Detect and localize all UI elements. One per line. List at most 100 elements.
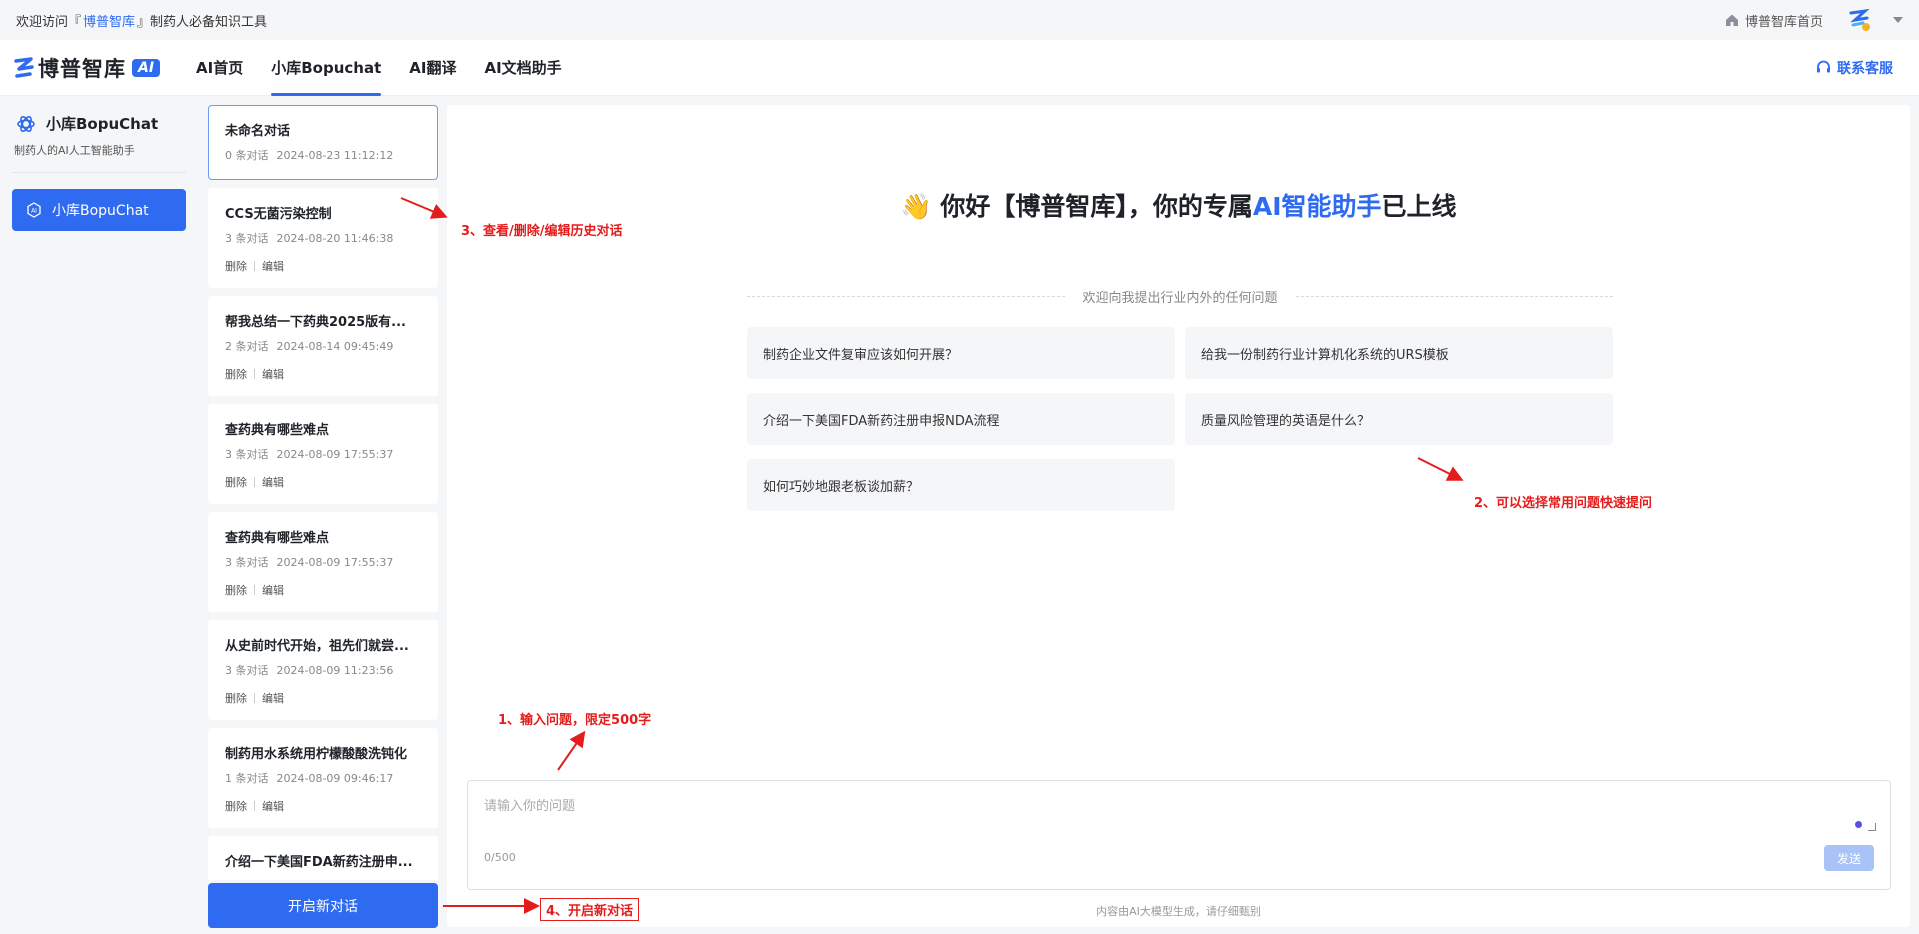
delete-button[interactable]: 删除 — [225, 798, 247, 814]
status-dot — [1855, 821, 1862, 828]
history-item-count: 3 条对话 — [225, 664, 269, 677]
history-item-title: 介绍一下美国FDA新药注册申... — [225, 855, 413, 870]
history-item-title: 查药典有哪些难点 — [225, 531, 330, 546]
delete-button[interactable]: 删除 — [225, 366, 247, 382]
welcome-suffix: 』制药人必备知识工具 — [137, 14, 268, 30]
history-item-meta: 3 条对话 2024-08-09 17:55:37 — [225, 554, 421, 570]
history-item-time: 2024-08-09 17:55:37 — [276, 556, 394, 569]
ai-disclaimer: 内容由AI大模型生成，请仔细甄别 — [1096, 905, 1261, 918]
contact-support-link[interactable]: 联系客服 — [1816, 58, 1893, 78]
chevron-down-icon[interactable] — [1893, 17, 1903, 23]
greeting-part1: 你好【博普智库】，你的专属 — [940, 192, 1253, 221]
sidebar-item-label: 小库BopuChat — [52, 203, 149, 219]
suggestion-chip[interactable]: 质量风险管理的英语是什么？ — [1185, 393, 1613, 445]
history-item-count: 3 条对话 — [225, 448, 269, 461]
ai-chip-icon: AI — [27, 202, 41, 218]
history-item-time: 2024-08-09 09:46:17 — [276, 772, 394, 785]
nav-bopuchat[interactable]: 小库Bopuchat — [271, 40, 382, 96]
history-item-title: 查药典有哪些难点 — [225, 423, 330, 438]
suggestion-divider: 欢迎向我提出行业内外的任何问题 — [747, 287, 1614, 306]
openai-knot-icon — [17, 115, 35, 132]
history-item-title: 未命名对话 — [225, 124, 291, 139]
history-item[interactable]: 查药典有哪些难点 3 条对话 2024-08-09 17:55:37 删除 编辑 — [208, 512, 438, 612]
delete-button[interactable]: 删除 — [225, 690, 247, 706]
history-item-count: 0 条对话 — [225, 149, 269, 162]
history-item-meta: 3 条对话 2024-08-09 17:55:37 — [225, 446, 421, 462]
nav-ai-translate[interactable]: AI翻译 — [409, 40, 456, 96]
suggestion-chip[interactable]: 如何巧妙地跟老板谈加薪？ — [747, 459, 1175, 511]
welcome-brand[interactable]: 博普智库 — [83, 11, 135, 30]
history-item-meta: 0 条对话 2024-08-23 11:12:12 — [225, 147, 421, 163]
divider — [254, 477, 255, 487]
edit-button[interactable]: 编辑 — [262, 690, 284, 706]
greeting-part2: 已上线 — [1381, 192, 1457, 221]
suggestion-chip[interactable]: 制药企业文件复审应该如何开展？ — [747, 327, 1175, 379]
logo-badge: AI — [132, 58, 161, 77]
history-item-time: 2024-08-23 11:12:12 — [276, 149, 394, 162]
home-link-label: 博普智库首页 — [1744, 14, 1823, 30]
edit-button[interactable]: 编辑 — [262, 258, 284, 274]
send-button[interactable]: 发送 — [1824, 845, 1874, 871]
char-counter: 0/500 — [484, 851, 516, 864]
history-item-time: 2024-08-20 11:46:38 — [276, 232, 394, 245]
divider — [254, 369, 255, 379]
divider — [254, 261, 255, 271]
contact-support-label: 联系客服 — [1837, 60, 1893, 77]
divider-text: 欢迎向我提出行业内外的任何问题 — [1082, 291, 1278, 306]
history-item[interactable]: 制药用水系统用柠檬酸酸洗钝化 1 条对话 2024-08-09 09:46:17 … — [208, 728, 438, 828]
delete-button[interactable]: 删除 — [225, 582, 247, 598]
suggestion-chip[interactable]: 介绍一下美国FDA新药注册申报NDA流程 — [747, 393, 1175, 445]
svg-text:AI: AI — [31, 208, 37, 215]
delete-button[interactable]: 删除 — [225, 258, 247, 274]
question-input-box: 0/500 发送 — [467, 780, 1891, 890]
nav-bar: 博普智库 AI AI首页 小库Bopuchat AI翻译 AI文档助手 联系客服 — [0, 40, 1919, 96]
history-item[interactable]: 介绍一下美国FDA新药注册申... — [208, 836, 438, 880]
edit-button[interactable]: 编辑 — [262, 474, 284, 490]
nav-ai-doc-assistant[interactable]: AI文档助手 — [484, 40, 561, 96]
nav-ai-home[interactable]: AI首页 — [196, 40, 243, 96]
history-item-meta: 1 条对话 2024-08-09 09:46:17 — [225, 770, 421, 786]
history-item[interactable]: 查药典有哪些难点 3 条对话 2024-08-09 17:55:37 删除 编辑 — [208, 404, 438, 504]
history-item[interactable]: 帮我总结一下药典2025版有... 2 条对话 2024-08-14 09:45:… — [208, 296, 438, 396]
history-item-count: 3 条对话 — [225, 556, 269, 569]
divider — [254, 801, 255, 811]
sidebar-subtitle: 制药人的AI人工智能助手 — [12, 142, 186, 173]
history-item-count: 1 条对话 — [225, 772, 269, 785]
history-item[interactable]: 未命名对话 0 条对话 2024-08-23 11:12:12 — [208, 105, 438, 180]
divider — [254, 585, 255, 595]
edit-button[interactable]: 编辑 — [262, 798, 284, 814]
sidebar-title-label: 小库BopuChat — [46, 115, 159, 133]
headset-icon — [1817, 60, 1830, 73]
annotation-new-chat: 4、开启新对话 — [540, 898, 640, 921]
new-chat-button[interactable]: 开启新对话 — [208, 883, 438, 928]
greeting-accent: AI智能助手 — [1252, 192, 1382, 221]
home-icon — [1725, 14, 1738, 26]
history-item-time: 2024-08-14 09:45:49 — [276, 340, 394, 353]
history-item-count: 3 条对话 — [225, 232, 269, 245]
history-item-title: CCS无菌污染控制 — [225, 207, 332, 222]
edit-button[interactable]: 编辑 — [262, 366, 284, 382]
edit-button[interactable]: 编辑 — [262, 582, 284, 598]
logo-name: 博普智库 — [38, 56, 126, 81]
history-item-meta: 3 条对话 2024-08-09 11:23:56 — [225, 662, 421, 678]
wave-emoji: 👋 — [900, 192, 932, 221]
user-avatar[interactable] — [1847, 7, 1873, 33]
top-bar: 欢迎访问『 博普智库 』制药人必备知识工具 博普智库首页 — [0, 0, 1919, 40]
annotation-input: 1、输入问题，限定500字 — [498, 713, 652, 728]
greeting-heading: 👋 你好【博普智库】，你的专属AI智能助手已上线 — [447, 187, 1910, 223]
history-item[interactable]: 从史前时代开始，祖先们就尝... 3 条对话 2024-08-09 11:23:5… — [208, 620, 438, 720]
logo[interactable]: 博普智库 AI — [14, 53, 161, 83]
delete-button[interactable]: 删除 — [225, 474, 247, 490]
resize-handle[interactable] — [1868, 823, 1876, 831]
question-input[interactable] — [484, 795, 1864, 835]
history-item-meta: 3 条对话 2024-08-20 11:46:38 — [225, 230, 421, 246]
history-item-title: 帮我总结一下药典2025版有... — [225, 315, 406, 330]
suggestion-chip[interactable]: 给我一份制药行业计算机化系统的URS模板 — [1185, 327, 1613, 379]
history-list[interactable]: 未命名对话 0 条对话 2024-08-23 11:12:12 CCS无菌污染控制… — [208, 105, 438, 880]
history-item[interactable]: CCS无菌污染控制 3 条对话 2024-08-20 11:46:38 删除 编辑 — [208, 188, 438, 288]
sidebar-title: 小库BopuChat — [12, 113, 186, 134]
sidebar-item-bopuchat[interactable]: AI 小库BopuChat — [12, 189, 186, 231]
history-item-count: 2 条对话 — [225, 340, 269, 353]
chat-panel: 👋 你好【博普智库】，你的专属AI智能助手已上线 欢迎向我提出行业内外的任何问题… — [447, 105, 1910, 927]
home-link[interactable]: 博普智库首页 — [1725, 11, 1823, 30]
